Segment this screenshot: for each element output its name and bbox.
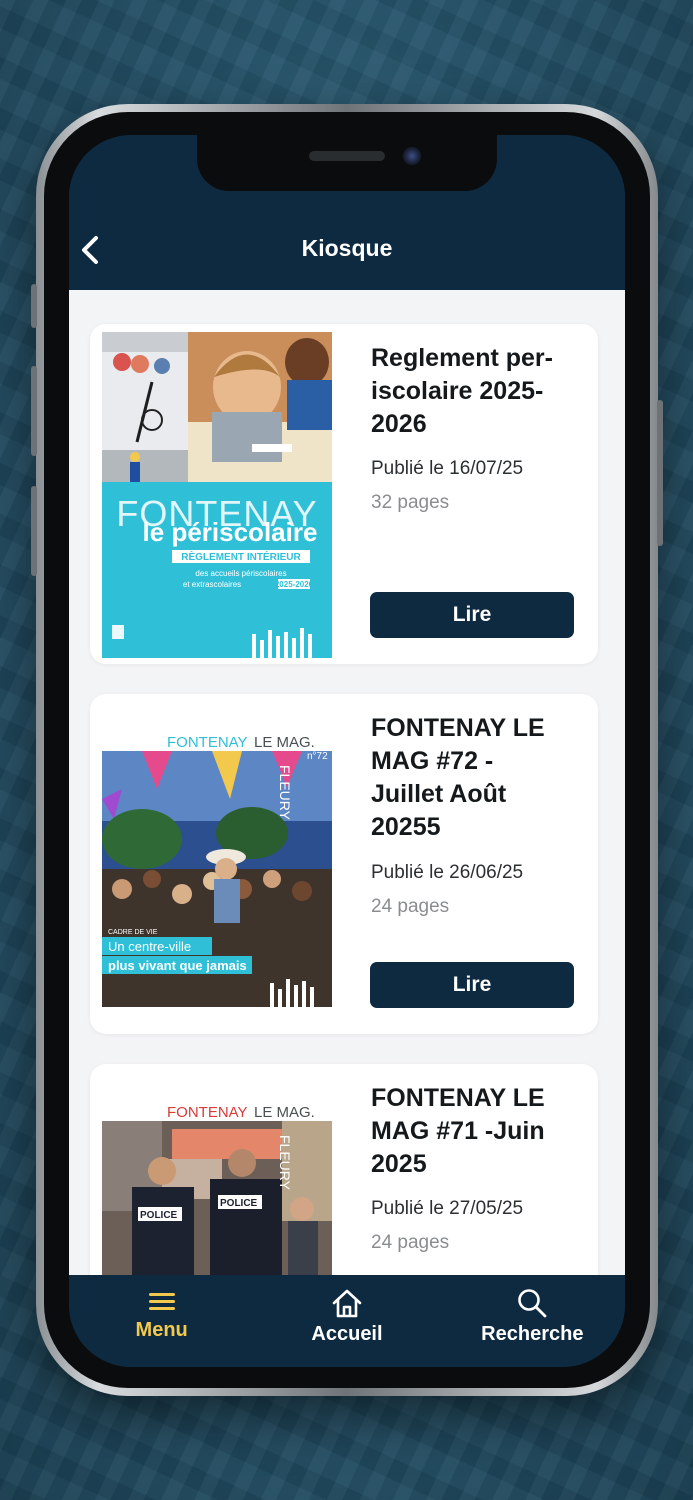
read-button[interactable]: Lire [370,962,574,1008]
publication-card[interactable]: FONTENAY LE MAG. n°72 FLEURY CADRE DE VI… [90,694,598,1034]
cover-illustration: FONTENAY LE MAG. n°72 FLEURY CADRE DE VI… [102,729,332,1007]
svg-text:n°72: n°72 [307,751,328,762]
svg-text:plus vivant que jamais: plus vivant que jamais [108,958,247,973]
bottom-navigation: Menu Accueil Recherche [69,1275,625,1367]
svg-text:LE MAG.: LE MAG. [254,1104,315,1121]
nav-label: Recherche [481,1323,584,1345]
nav-label: Accueil [311,1323,383,1345]
mute-switch [31,284,37,328]
front-camera [403,147,421,165]
publication-date: Publié le 16/07/25 [371,458,524,479]
svg-text:et extrascolaires: et extrascolaires [183,580,241,589]
page-count: 24 pages [371,1232,450,1253]
volume-down-button [31,486,37,576]
read-button[interactable]: Lire [370,592,574,638]
power-button [657,400,663,546]
svg-text:POLICE: POLICE [220,1198,258,1209]
page-title: Kiosque [301,235,393,261]
screen: Kiosque FONTENAY le périscolaire RÈGLEME… [69,135,625,1367]
svg-text:FLEURY: FLEURY [277,765,293,821]
publication-card[interactable]: FONTENAY LE MAG. POLICE POLICE FLEURY FO… [90,1064,598,1275]
svg-text:POLICE: POLICE [140,1210,178,1221]
publication-card[interactable]: FONTENAY le périscolaire RÈGLEMENT INTÉR… [90,324,598,664]
svg-text:FONTENAY: FONTENAY [167,1104,248,1121]
svg-text:FONTENAY: FONTENAY [167,734,248,751]
phone-frame: Kiosque FONTENAY le périscolaire RÈGLEME… [31,104,663,1396]
svg-text:2025-2026: 2025-2026 [275,580,314,589]
kiosk-list[interactable]: FONTENAY le périscolaire RÈGLEMENT INTÉR… [69,290,625,1275]
cover-illustration: FONTENAY le périscolaire RÈGLEMENT INTÉR… [102,332,332,658]
svg-text:CADRE DE VIE: CADRE DE VIE [108,929,158,936]
publication-date: Publié le 26/06/25 [371,862,524,883]
page-count: 32 pages [371,492,450,513]
publication-title: Reglement per-iscolaire 2025-2026 [371,344,553,438]
svg-text:Un centre-ville: Un centre-ville [108,939,191,954]
publication-cover[interactable]: FONTENAY LE MAG. POLICE POLICE FLEURY [102,1099,332,1275]
publication-cover[interactable]: FONTENAY LE MAG. n°72 FLEURY CADRE DE VI… [102,729,332,1007]
publication-title: FONTENAY LE MAG #71 -Juin 2025 [371,1084,545,1178]
menu-icon [148,1293,175,1310]
svg-text:des accueils périscolaires: des accueils périscolaires [195,569,286,578]
publication-title: FONTENAY LE MAG #72 - Juillet Août 20255 [371,714,545,841]
svg-text:RÈGLEMENT INTÉRIEUR: RÈGLEMENT INTÉRIEUR [181,550,301,563]
speaker-grille [309,151,385,161]
svg-text:le périscolaire: le périscolaire [143,517,318,547]
publication-cover[interactable]: FONTENAY le périscolaire RÈGLEMENT INTÉR… [102,332,332,658]
page-count: 24 pages [371,896,450,917]
home-icon [332,1289,362,1318]
nav-label: Menu [135,1319,188,1341]
nav-home[interactable]: Accueil [254,1275,439,1367]
nav-search[interactable]: Recherche [440,1275,625,1367]
nav-menu[interactable]: Menu [69,1275,254,1367]
search-icon [518,1289,547,1318]
publication-date: Publié le 27/05/25 [371,1198,524,1219]
notch [197,135,497,191]
volume-up-button [31,366,37,456]
svg-text:FLEURY: FLEURY [277,1135,293,1191]
cover-illustration: FONTENAY LE MAG. POLICE POLICE FLEURY [102,1099,332,1275]
svg-text:LE MAG.: LE MAG. [254,734,315,751]
